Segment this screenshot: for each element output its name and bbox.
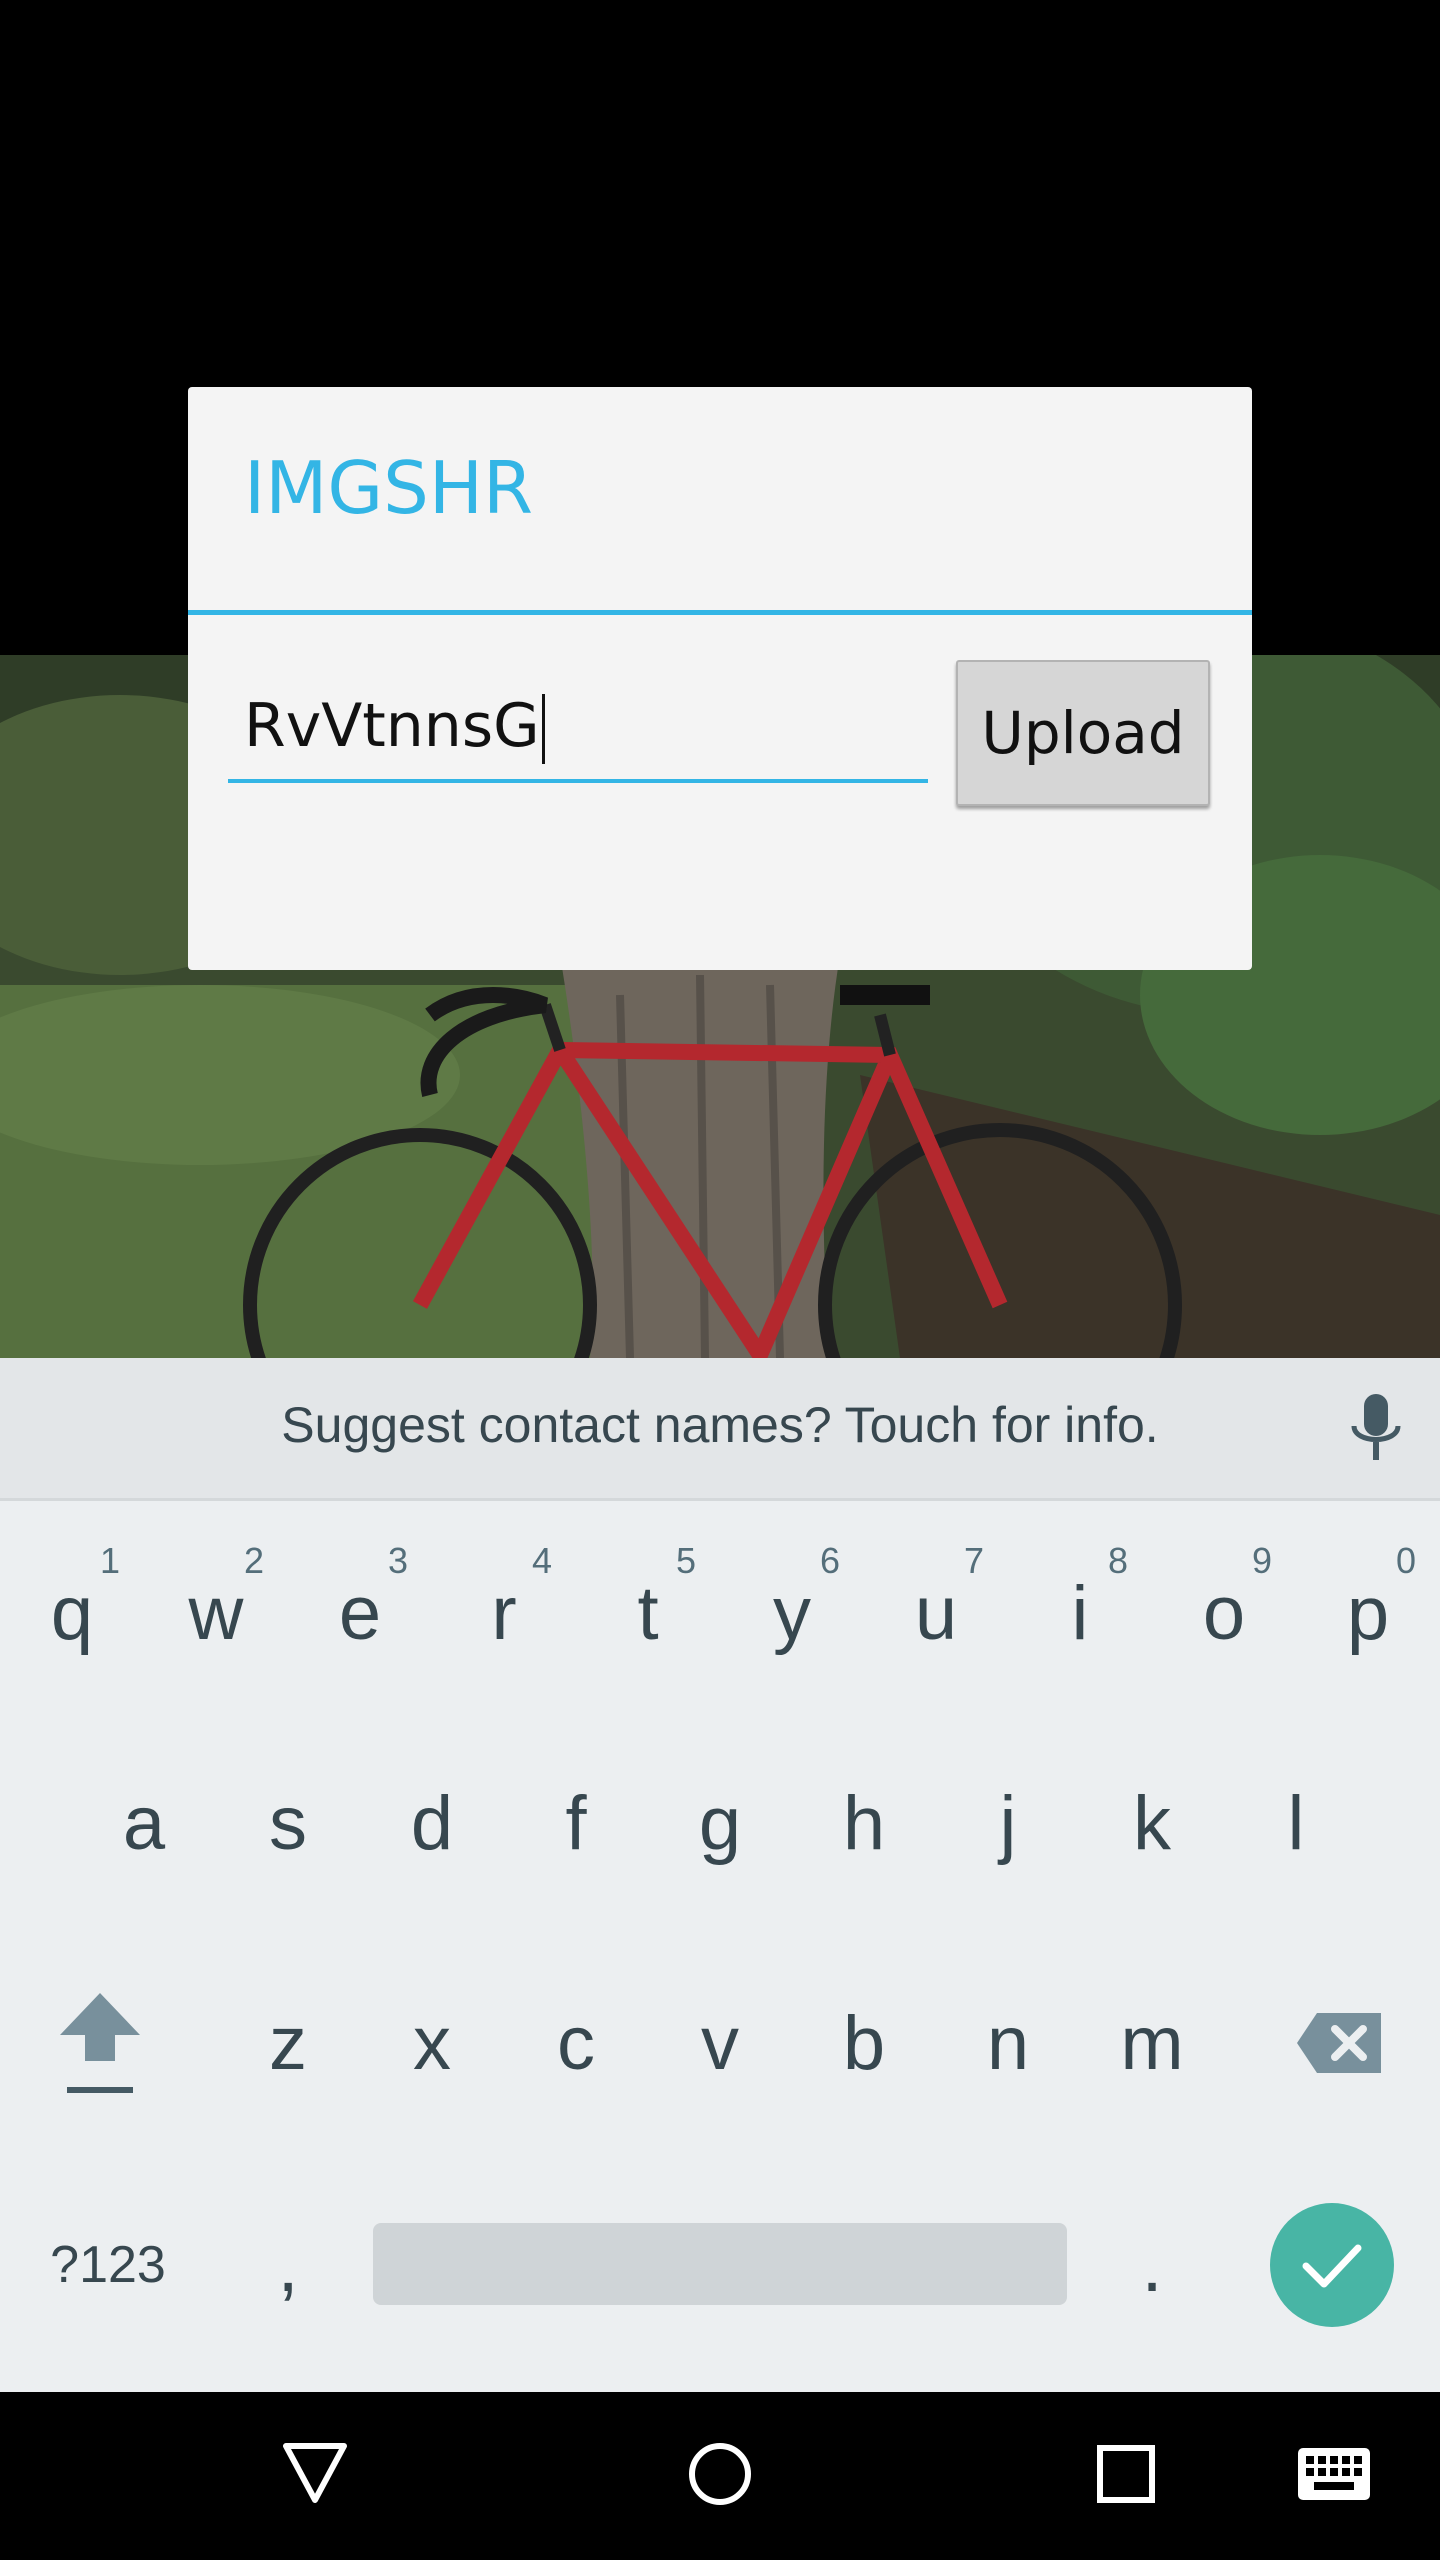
key-s[interactable]: s	[216, 1718, 360, 1928]
suggestion-strip[interactable]: Suggest contact names? Touch for info.	[0, 1358, 1440, 1501]
backspace-key[interactable]	[1268, 1938, 1412, 2148]
soft-keyboard: Suggest contact names? Touch for info. 1…	[0, 1358, 1440, 2392]
comma-key[interactable]: ,	[216, 2160, 360, 2370]
key-m[interactable]: m	[1080, 1938, 1224, 2148]
name-input-value: RvVtnnsG	[244, 691, 540, 761]
key-u[interactable]: 7u	[864, 1498, 1008, 1708]
key-z[interactable]: z	[216, 1938, 360, 2148]
key-k[interactable]: k	[1080, 1718, 1224, 1928]
text-cursor	[541, 694, 545, 765]
shift-key[interactable]	[28, 1938, 172, 2148]
enter-key[interactable]	[1270, 2203, 1394, 2327]
upload-button[interactable]: Upload	[956, 660, 1210, 806]
key-e[interactable]: 3e	[288, 1498, 432, 1708]
key-d[interactable]: d	[360, 1718, 504, 1928]
key-c[interactable]: c	[504, 1938, 648, 2148]
key-x[interactable]: x	[360, 1938, 504, 2148]
recents-square-icon[interactable]	[1096, 2444, 1156, 2504]
key-f[interactable]: f	[504, 1718, 648, 1928]
key-p[interactable]: 0p	[1296, 1498, 1440, 1708]
key-n[interactable]: n	[936, 1938, 1080, 2148]
key-q[interactable]: 1q	[0, 1498, 144, 1708]
dialog-title: IMGSHR	[244, 446, 534, 530]
key-l[interactable]: l	[1224, 1718, 1368, 1928]
key-i[interactable]: 8i	[1008, 1498, 1152, 1708]
back-triangle-icon[interactable]	[282, 2442, 348, 2506]
key-w[interactable]: 2w	[144, 1498, 288, 1708]
key-v[interactable]: v	[648, 1938, 792, 2148]
key-b[interactable]: b	[792, 1938, 936, 2148]
dialog-divider	[188, 610, 1252, 615]
shift-arrow-icon	[60, 1993, 140, 2093]
symbols-key[interactable]: ?123	[36, 2160, 180, 2370]
backspace-icon	[1297, 2013, 1381, 2073]
checkmark-icon	[1302, 2244, 1362, 2288]
suggestion-text[interactable]: Suggest contact names? Touch for info.	[0, 1396, 1440, 1454]
keyboard-icon[interactable]	[1298, 2448, 1370, 2500]
upload-dialog: IMGSHR RvVtnnsG Upload	[188, 387, 1252, 970]
key-o[interactable]: 9o	[1152, 1498, 1296, 1708]
key-t[interactable]: 5t	[576, 1498, 720, 1708]
input-underline	[228, 779, 928, 783]
home-circle-icon[interactable]	[688, 2442, 752, 2506]
key-h[interactable]: h	[792, 1718, 936, 1928]
navigation-bar	[0, 2392, 1440, 2560]
key-a[interactable]: a	[72, 1718, 216, 1928]
period-key[interactable]: .	[1080, 2160, 1224, 2370]
name-input[interactable]: RvVtnnsG	[228, 677, 928, 783]
key-r[interactable]: 4r	[432, 1498, 576, 1708]
space-bar[interactable]	[373, 2223, 1067, 2305]
microphone-icon[interactable]	[1348, 1394, 1404, 1466]
key-y[interactable]: 6y	[720, 1498, 864, 1708]
key-j[interactable]: j	[936, 1718, 1080, 1928]
key-g[interactable]: g	[648, 1718, 792, 1928]
